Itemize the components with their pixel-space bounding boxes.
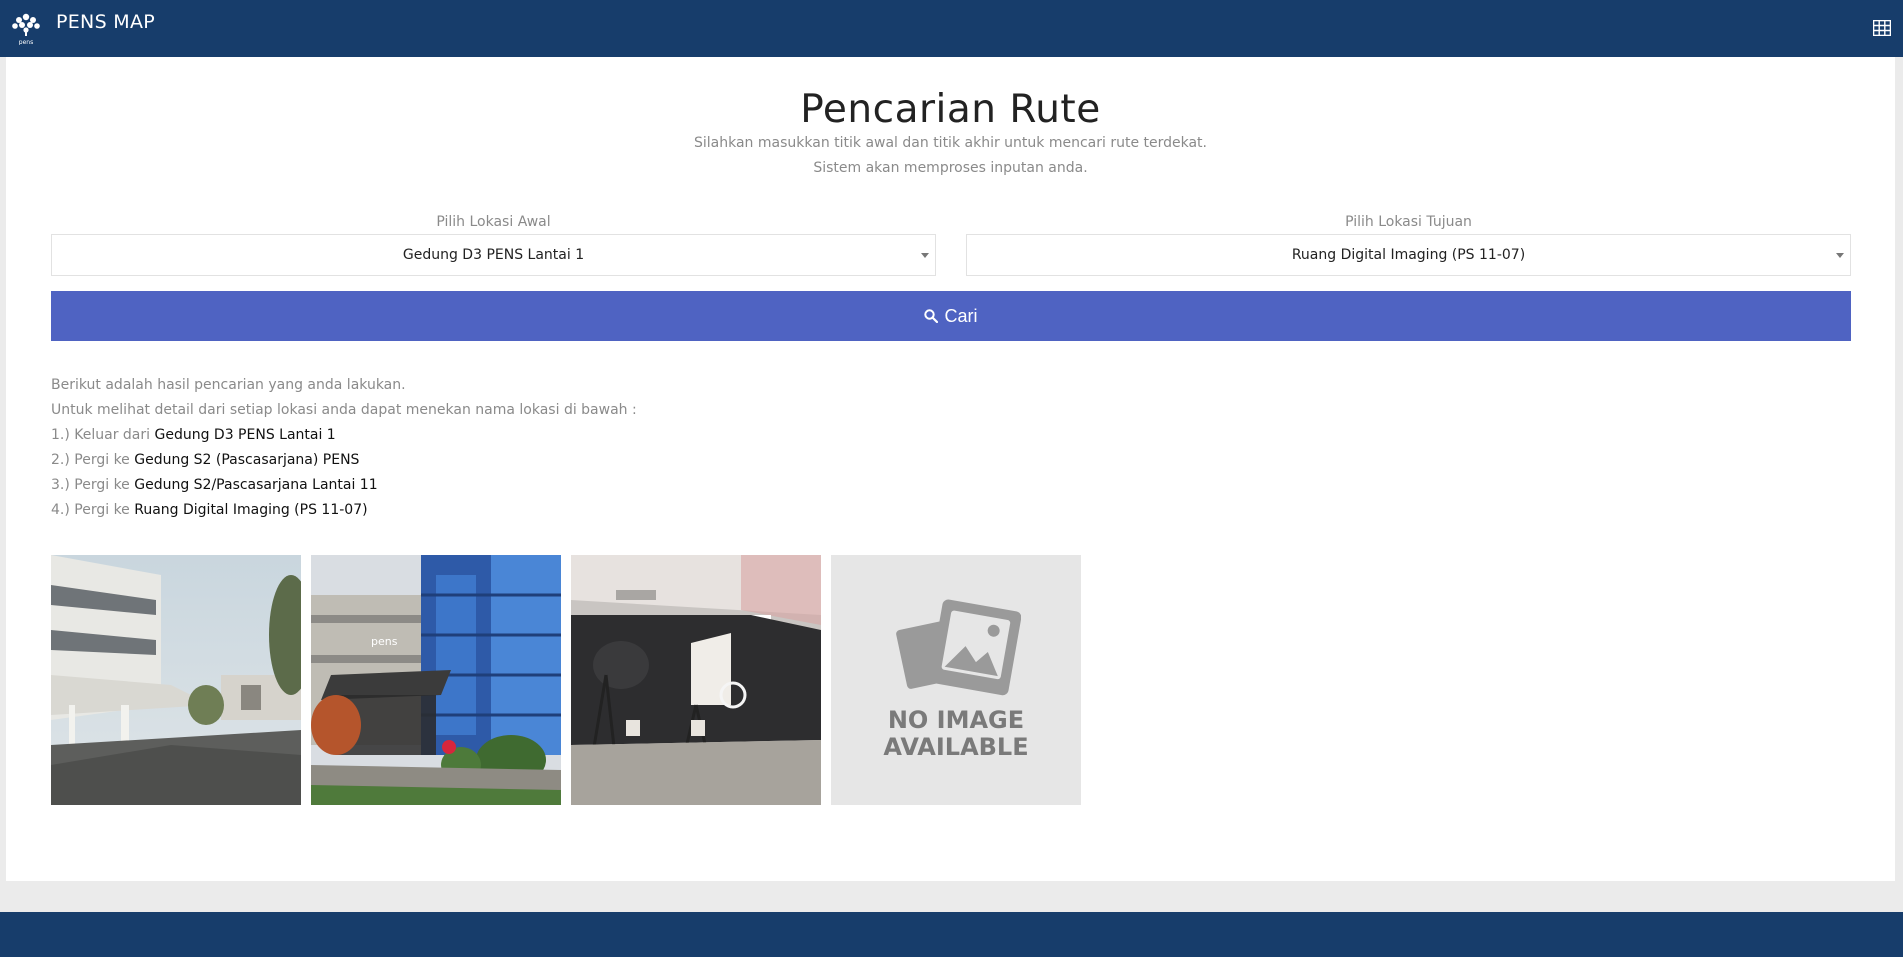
page-subtitle-2: Sistem akan memproses inputan anda. <box>813 160 1088 176</box>
location-photo-4-placeholder[interactable]: NO IMAGE AVAILABLE <box>831 555 1081 805</box>
route-step-location-link[interactable]: Gedung D3 PENS Lantai 1 <box>154 427 335 443</box>
image-placeholder-icon <box>896 599 1021 696</box>
top-navbar: pens PENS MAP <box>0 0 1903 57</box>
main-card: Pencarian Rute Silahkan masukkan titik a… <box>6 57 1895 881</box>
pens-logo-icon[interactable]: pens <box>10 11 42 45</box>
search-results: Berikut adalah hasil pencarian yang anda… <box>51 373 637 523</box>
building-sign-text: pens <box>371 635 398 648</box>
start-location-label: Pilih Lokasi Awal <box>436 214 551 230</box>
search-button-label: Cari <box>944 305 978 326</box>
route-step-4: 4.) Pergi ke Ruang Digital Imaging (PS 1… <box>51 498 637 523</box>
destination-location-label: Pilih Lokasi Tujuan <box>1345 214 1472 230</box>
location-photo-2[interactable]: pens <box>311 555 561 805</box>
route-step-location-link[interactable]: Ruang Digital Imaging (PS 11-07) <box>134 502 367 518</box>
route-step-location-link[interactable]: Gedung S2 (Pascasarjana) PENS <box>134 452 359 468</box>
results-intro-2: Untuk melihat detail dari setiap lokasi … <box>51 402 637 418</box>
no-image-line-1: NO IMAGE <box>887 706 1025 734</box>
start-location-select[interactable]: Gedung D3 PENS Lantai 1 <box>51 234 936 276</box>
start-location-value: Gedung D3 PENS Lantai 1 <box>402 247 585 263</box>
route-step-location-link[interactable]: Gedung S2/Pascasarjana Lantai 11 <box>134 477 377 493</box>
route-step-prefix: 4.) Pergi ke <box>51 502 135 518</box>
route-step-prefix: 2.) Pergi ke <box>51 452 135 468</box>
logo-text: pens <box>19 39 33 45</box>
location-photo-1[interactable] <box>51 555 301 805</box>
page-title: Pencarian Rute <box>800 87 1101 132</box>
route-step-1: 1.) Keluar dari Gedung D3 PENS Lantai 1 <box>51 423 637 448</box>
destination-location-select[interactable]: Ruang Digital Imaging (PS 11-07) <box>966 234 1851 276</box>
chevron-down-icon <box>921 253 929 258</box>
search-button[interactable]: Cari <box>51 291 1851 341</box>
no-image-line-2: AVAILABLE <box>883 733 1029 761</box>
results-intro-1: Berikut adalah hasil pencarian yang anda… <box>51 377 406 393</box>
chevron-down-icon <box>1836 253 1844 258</box>
route-step-prefix: 3.) Pergi ke <box>51 477 135 493</box>
search-icon <box>924 309 939 323</box>
app-title[interactable]: PENS MAP <box>56 11 155 33</box>
destination-location-value: Ruang Digital Imaging (PS 11-07) <box>1291 247 1526 263</box>
route-step-2: 2.) Pergi ke Gedung S2 (Pascasarjana) PE… <box>51 448 637 473</box>
route-step-prefix: 1.) Keluar dari <box>51 427 155 443</box>
location-photo-3[interactable] <box>571 555 821 805</box>
grid-icon[interactable] <box>1873 20 1891 36</box>
footer-bar <box>0 912 1903 957</box>
route-step-3: 3.) Pergi ke Gedung S2/Pascasarjana Lant… <box>51 473 637 498</box>
page-subtitle-1: Silahkan masukkan titik awal dan titik a… <box>694 135 1207 151</box>
no-image-text: NO IMAGE AVAILABLE <box>883 707 1028 761</box>
